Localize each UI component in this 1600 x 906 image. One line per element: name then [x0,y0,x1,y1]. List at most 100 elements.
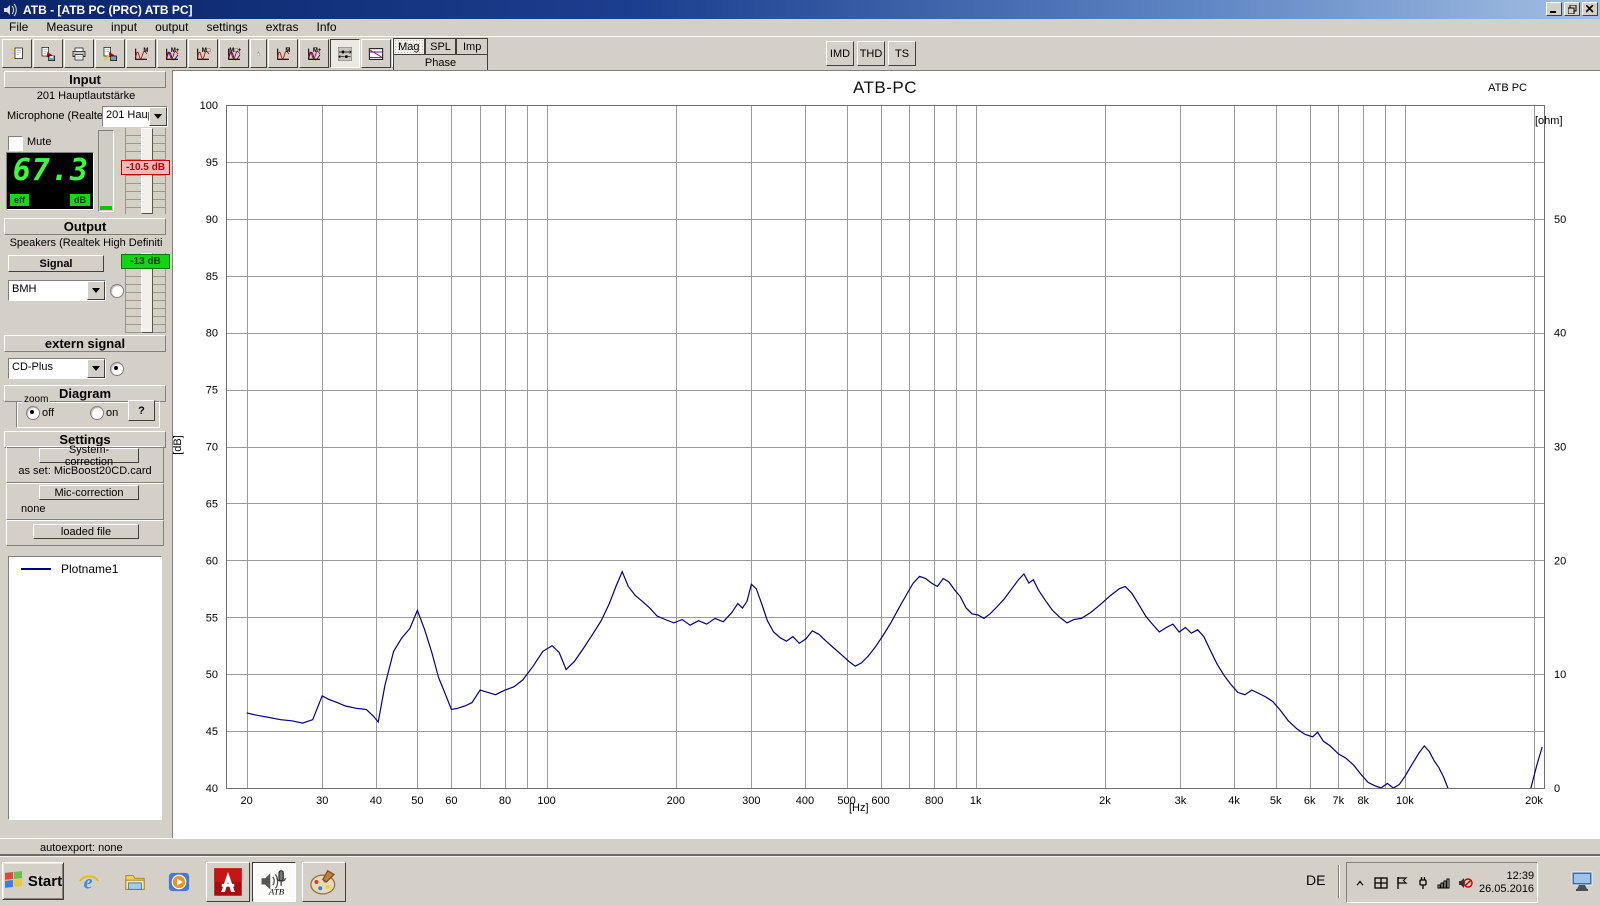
monitor-icon [1570,870,1594,892]
close-button[interactable] [1582,2,1598,16]
loaded-file-box: loaded file [6,520,164,546]
left-axis-unit: [dB] [172,435,184,455]
mode-button-ts[interactable]: TS [888,41,916,66]
loaded-file-button[interactable]: loaded file [33,524,139,539]
x-tick-800: 800 [925,795,943,807]
signal-radio[interactable] [110,284,124,298]
menu-extras[interactable]: extras [257,19,308,36]
x-tick-3k: 3k [1175,795,1187,807]
tab-spl[interactable]: SPL [425,38,457,54]
window-grid-icon[interactable] [1372,874,1390,892]
input-gain-slider[interactable]: -10.5 dB [123,126,168,216]
volume-muted-icon[interactable] [1456,874,1474,892]
adobe-reader-button[interactable] [206,862,250,902]
zoom-on-label: on [106,407,118,419]
new-measurement-icon[interactable] [2,39,32,68]
x-tick-1k: 1k [970,795,982,807]
menu-info[interactable]: Info [307,19,345,36]
measure-m-icon[interactable]: M [126,39,156,68]
adjust-settings-icon[interactable] [330,39,360,68]
input-level-meter [98,130,114,212]
zoom-on-radio[interactable] [90,406,104,420]
measure-m-plus-icon[interactable]: M+ [157,39,187,68]
level-value: 67.3 [13,153,89,188]
signal-select[interactable]: BMH [8,280,106,301]
extern-signal-radio[interactable] [110,362,124,376]
mute-checkbox[interactable] [8,136,23,151]
export-save-icon[interactable] [33,39,63,68]
signal-button[interactable]: Signal [8,255,104,272]
file-explorer-icon[interactable] [118,865,152,899]
mode-button-imd[interactable]: IMD [826,41,854,66]
measure-mean-icon[interactable]: M̄ [268,39,298,68]
help-button[interactable]: ? [128,400,155,421]
mode-button-thd[interactable]: THD [857,41,885,66]
language-indicator[interactable]: DE [1306,872,1325,888]
chevron-down-icon[interactable] [87,359,105,378]
svg-text:M: M [143,48,148,54]
ohm-tick-10: 10 [1554,669,1566,681]
measure-mean-plus-icon[interactable]: M̄+ [299,39,329,68]
menu-file[interactable]: File [0,19,37,36]
show-desktop-button[interactable] [1568,867,1596,895]
power-plug-icon[interactable] [1414,874,1432,892]
internet-explorer-icon[interactable]: e [72,865,106,899]
output-gain-slider[interactable]: -13 dB [123,251,168,335]
mic-correction-button[interactable]: Mic-correction [39,485,139,500]
x-tick-4k: 4k [1228,795,1240,807]
chart-title: ATB-PC [173,78,1597,98]
x-tick-100: 100 [537,795,555,807]
start-button[interactable]: Start [2,862,64,900]
measure-m-box-icon[interactable]: M□ [188,39,218,68]
print-icon[interactable] [64,39,94,68]
autoexport-status: autoexport: none [40,842,123,854]
tab-phase[interactable]: Phase [393,54,488,71]
y-tick-85: 85 [206,271,218,283]
menu-settings[interactable]: settings [197,19,256,36]
signal-strength-icon[interactable] [1435,874,1453,892]
paint-app-button[interactable] [302,862,346,902]
extern-signal-header: extern signal [4,335,166,352]
y-tick-90: 90 [206,214,218,226]
tray-clock[interactable]: 12:39 26.05.2016 [1479,870,1538,896]
microphone-select[interactable]: 201 Haup [102,106,168,127]
x-tick-200: 200 [667,795,685,807]
minimize-button[interactable] [1546,2,1562,16]
zoom-off-radio[interactable] [26,406,40,420]
x-tick-300: 300 [742,795,760,807]
chevron-up-icon[interactable] [1351,874,1369,892]
chevron-down-icon[interactable] [149,107,167,126]
flag-icon[interactable] [1393,874,1411,892]
frequency-response-chart: 2030405060801002003004005006008001k2k3k4… [173,71,1600,838]
system-correction-button[interactable]: System-correction [39,448,139,463]
save-as-icon[interactable] [95,39,125,68]
menu-measure[interactable]: Measure [37,19,102,36]
r-reference-toggle[interactable]: (r) [250,39,267,68]
tab-mag[interactable]: Mag [393,38,425,54]
x-axis-unit: [Hz] [849,802,869,814]
x-tick-8k: 8k [1357,795,1369,807]
x-tick-20: 20 [241,795,253,807]
y-tick-100: 100 [200,100,218,112]
extern-signal-select[interactable]: CD-Plus [8,358,106,379]
restore-button[interactable] [1564,2,1580,16]
x-tick-80: 80 [499,795,511,807]
measure-m-plus-box-icon[interactable]: M□+ [219,39,249,68]
microphone-label: Microphone (Realtek [7,110,109,122]
microphone-select-value: 201 Haup [103,107,149,126]
scale-overlay-icon[interactable] [361,39,391,68]
y-tick-40: 40 [206,783,218,795]
chevron-down-icon[interactable] [87,281,105,300]
atb-app-button[interactable]: ATB [252,862,296,902]
window-title: ATB - [ATB PC (PRC) ATB PC] [23,3,193,17]
x-tick-30: 30 [316,795,328,807]
y-tick-70: 70 [206,442,218,454]
media-player-icon[interactable] [162,865,196,899]
menu-output[interactable]: output [146,19,197,36]
tab-imp[interactable]: Imp [456,38,488,54]
x-tick-60: 60 [445,795,457,807]
svg-text:M̄: M̄ [285,47,290,54]
zoom-off-label: off [42,407,54,419]
legend-item[interactable]: Plotname1 [9,557,161,576]
menu-input[interactable]: input [102,19,146,36]
